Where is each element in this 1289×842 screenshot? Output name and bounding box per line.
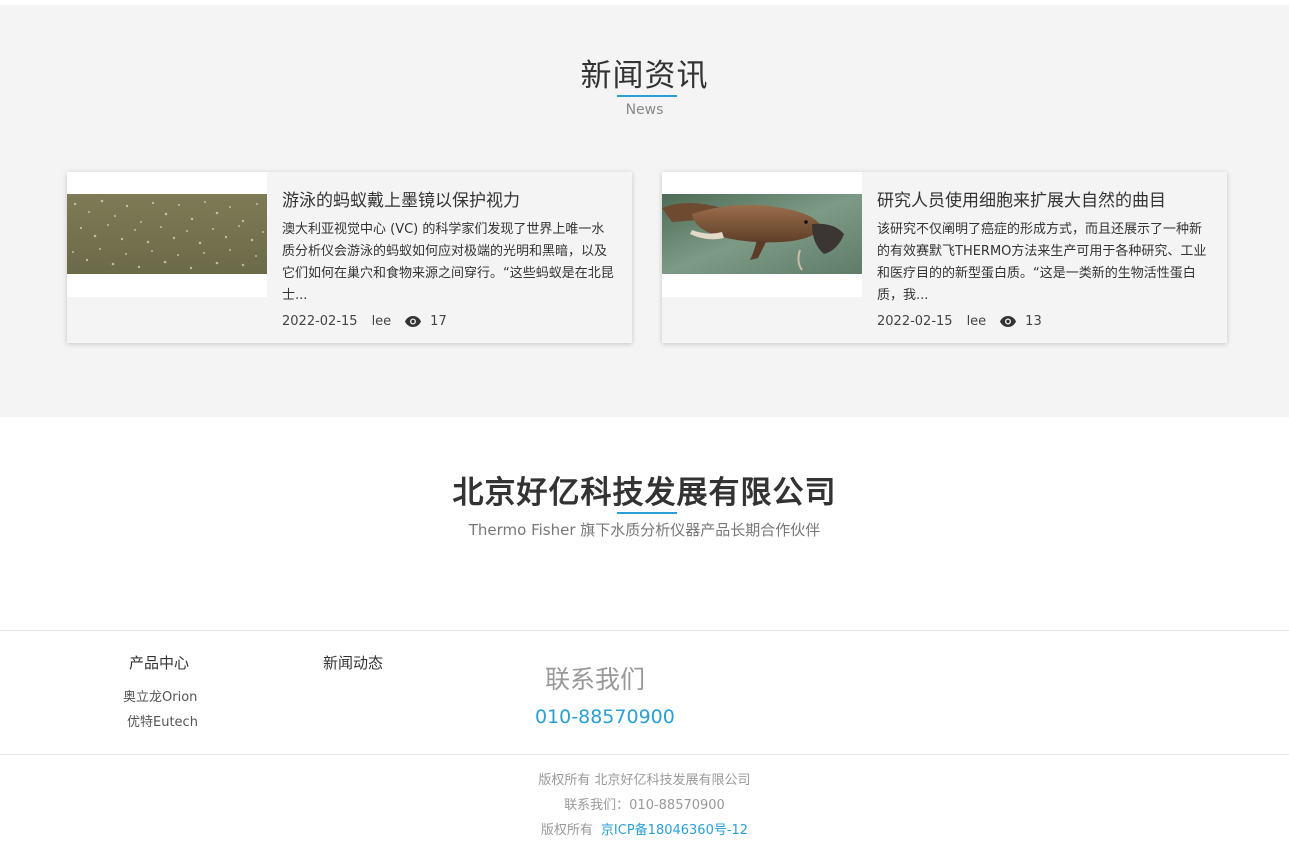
icp-prefix: 版权所有 <box>540 823 593 838</box>
footer-products-title[interactable]: 产品中心 <box>129 652 189 673</box>
footer-contact-title: 联系我们 <box>545 665 646 694</box>
platypus-image <box>662 194 862 274</box>
news-card-meta: 2022-02-15 lee 13 <box>877 314 1042 329</box>
contact-line: 联系我们：010-88570900 <box>564 798 725 813</box>
news-card-summary: 该研究不仅阐明了癌症的形成方式，而且还展示了一种新的有效赛默飞THERMO方法来… <box>877 222 1207 303</box>
company-title-underline <box>617 512 677 514</box>
news-card-views: 13 <box>1025 314 1042 329</box>
news-card-date: 2022-02-15 <box>282 314 358 329</box>
news-card-title[interactable]: 研究人员使用细胞来扩展大自然的曲目 <box>877 186 1217 211</box>
icp-line: 版权所有 京ICP备18046360号-12 <box>0 819 1289 838</box>
news-card-author: lee <box>966 314 987 329</box>
news-title-underline <box>617 95 677 97</box>
news-card[interactable]: 游泳的蚂蚁戴上墨镜以保护视力 澳大利亚视觉中心 (VC) 的科学家们发现了世界上… <box>67 172 632 343</box>
news-section-title: 新闻资讯 <box>580 58 709 94</box>
eye-icon <box>1000 316 1017 327</box>
eye-icon <box>405 316 422 327</box>
news-card-image-frame <box>662 172 862 297</box>
news-card-date: 2022-02-15 <box>877 314 953 329</box>
footer-link-orion[interactable]: 奥立龙Orion <box>123 686 197 705</box>
footer-news-title[interactable]: 新闻动态 <box>323 652 383 673</box>
platypus-photo[interactable] <box>662 194 862 274</box>
news-card-meta: 2022-02-15 lee 17 <box>282 314 447 329</box>
company-tagline: Thermo Fisher 旗下水质分析仪器产品长期合作伙伴 <box>468 521 821 539</box>
ant-swarm-photo[interactable] <box>67 194 267 274</box>
ant-swarm-image <box>67 194 267 274</box>
news-card-author: lee <box>371 314 392 329</box>
footer-link-eutech[interactable]: 优特Eutech <box>127 711 198 730</box>
news-card[interactable]: 研究人员使用细胞来扩展大自然的曲目 该研究不仅阐明了癌症的形成方式，而且还展示了… <box>662 172 1227 343</box>
news-card-image-frame <box>67 172 267 297</box>
footer-contact-phone[interactable]: 010-88570900 <box>535 706 675 728</box>
company-name: 北京好亿科技发展有限公司 <box>452 475 837 511</box>
news-card-summary: 澳大利亚视觉中心 (VC) 的科学家们发现了世界上唯一水质分析仪会游泳的蚂蚁如何… <box>282 222 614 303</box>
news-card-views: 17 <box>430 314 447 329</box>
footer-top-divider <box>0 630 1289 631</box>
copyright-line: 版权所有 北京好亿科技发展有限公司 <box>538 773 751 788</box>
news-section-subtitle: News <box>625 102 664 118</box>
icp-link[interactable]: 京ICP备18046360号-12 <box>601 823 748 838</box>
news-card-title[interactable]: 游泳的蚂蚁戴上墨镜以保护视力 <box>282 186 622 211</box>
footer-bottom-divider <box>0 754 1289 755</box>
